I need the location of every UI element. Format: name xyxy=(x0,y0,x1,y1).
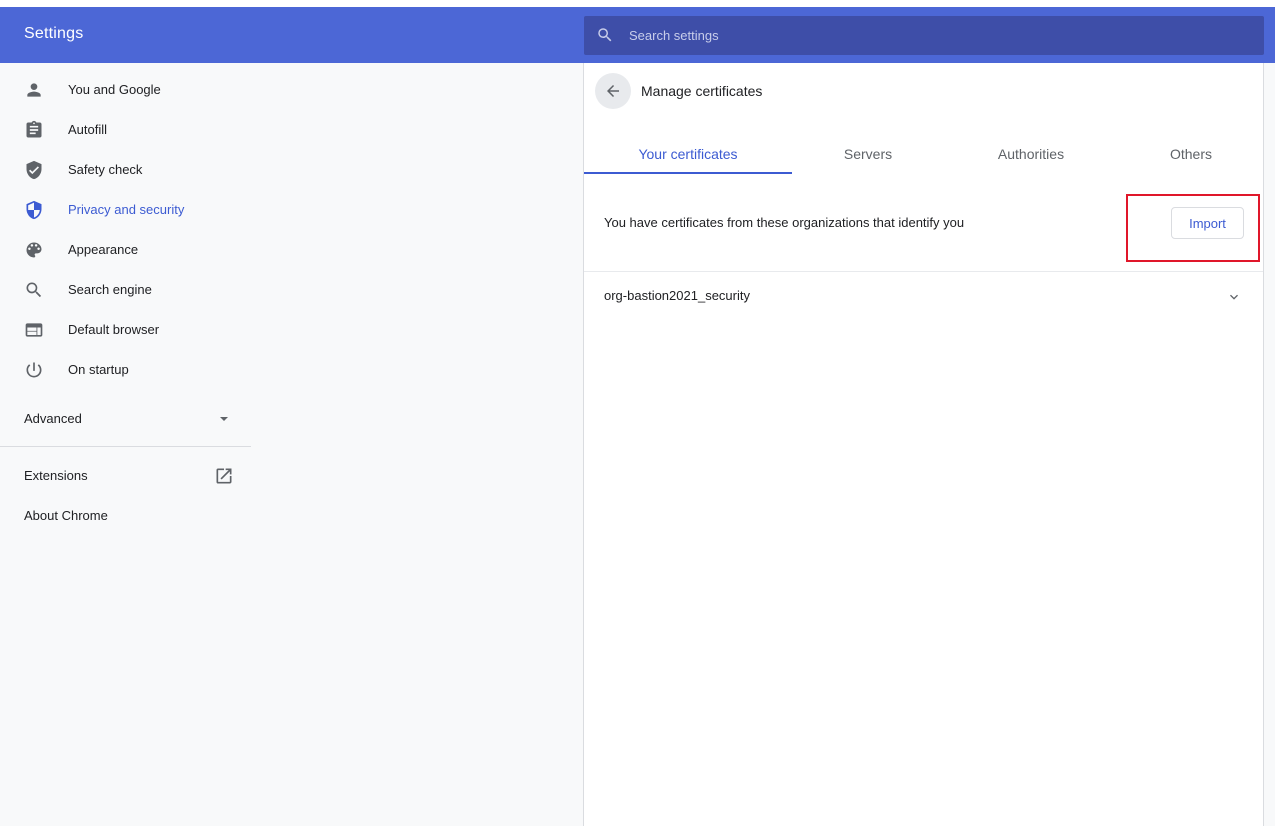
sidebar: You and Google Autofill Safety check Pri… xyxy=(0,63,252,826)
person-icon xyxy=(27,83,41,97)
open-in-new-icon[interactable] xyxy=(214,466,234,486)
sidebar-item-label: On startup xyxy=(68,362,129,377)
sidebar-item-label: Autofill xyxy=(68,122,108,137)
advanced-toggle[interactable]: Advanced xyxy=(24,411,82,426)
clipboard-icon xyxy=(26,120,42,138)
search-icon xyxy=(598,28,612,42)
sidebar-divider xyxy=(0,446,251,447)
browser-icon xyxy=(25,323,43,337)
top-strip xyxy=(0,0,1275,7)
search-icon xyxy=(26,282,42,298)
arrow-back-icon xyxy=(607,85,619,97)
header-bar: Settings xyxy=(0,7,1275,63)
tab-others[interactable]: Others xyxy=(1116,134,1266,175)
power-icon xyxy=(26,362,42,378)
sidebar-item-privacy-and-security[interactable]: Privacy and security xyxy=(0,190,252,230)
manage-certificates-panel: Manage certificates Your certificates Se… xyxy=(583,63,1264,826)
sidebar-item-safety-check[interactable]: Safety check xyxy=(0,150,252,190)
sidebar-item-you-and-google[interactable]: You and Google xyxy=(0,70,252,110)
certificates-description: You have certificates from these organiz… xyxy=(604,215,965,230)
sidebar-item-appearance[interactable]: Appearance xyxy=(0,230,252,270)
dropdown-arrow-icon[interactable] xyxy=(218,413,230,425)
search-bar[interactable] xyxy=(584,16,1264,55)
sidebar-item-search-engine[interactable]: Search engine xyxy=(0,270,252,310)
sidebar-item-label: Appearance xyxy=(68,242,139,257)
about-chrome-link[interactable]: About Chrome xyxy=(24,508,108,523)
list-item[interactable]: org-bastion2021_security xyxy=(584,272,1263,320)
active-tab-indicator xyxy=(584,172,792,174)
palette-icon xyxy=(26,242,42,258)
sidebar-item-label: Safety check xyxy=(68,162,143,177)
certificate-tabs: Your certificates Servers Authorities Ot… xyxy=(584,134,1263,175)
sidebar-item-on-startup[interactable]: On startup xyxy=(0,350,252,390)
sidebar-item-default-browser[interactable]: Default browser xyxy=(0,310,252,350)
shield-check-icon xyxy=(26,160,42,180)
shield-icon xyxy=(26,200,42,220)
import-button[interactable]: Import xyxy=(1171,207,1244,239)
chevron-down-icon[interactable] xyxy=(1226,289,1242,305)
sidebar-item-label: You and Google xyxy=(68,82,161,97)
page-title: Manage certificates xyxy=(641,83,763,99)
extensions-link[interactable]: Extensions xyxy=(24,468,88,483)
sidebar-item-autofill[interactable]: Autofill xyxy=(0,110,252,150)
app-title: Settings xyxy=(24,25,84,42)
sidebar-item-label: Privacy and security xyxy=(68,202,185,217)
sidebar-item-label: Search engine xyxy=(68,282,152,297)
tab-your-certificates[interactable]: Your certificates xyxy=(584,134,792,175)
sidebar-item-label: Default browser xyxy=(68,322,160,337)
tab-authorities[interactable]: Authorities xyxy=(936,134,1126,175)
organization-name: org-bastion2021_security xyxy=(604,288,750,303)
back-button[interactable] xyxy=(595,73,631,109)
search-input[interactable] xyxy=(629,16,1249,55)
